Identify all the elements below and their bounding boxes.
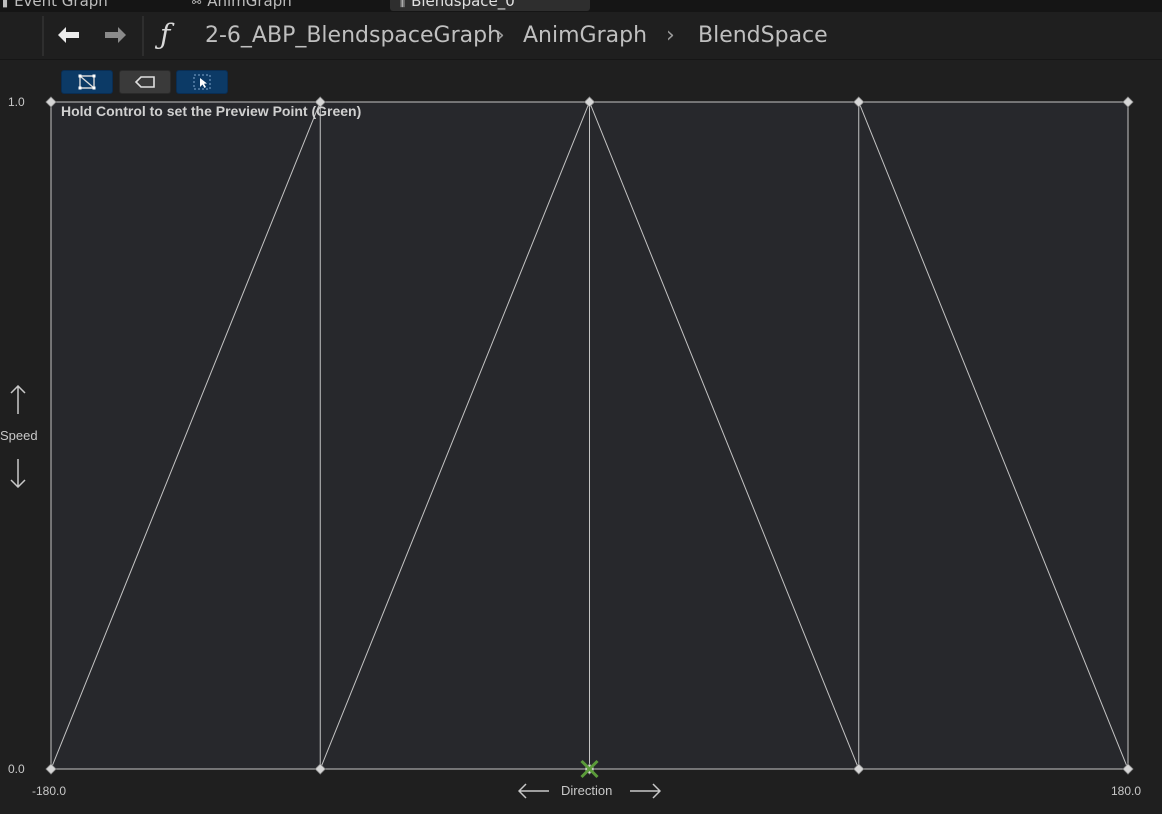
arrow-right-icon — [630, 783, 661, 799]
select-cursor-icon — [193, 74, 211, 90]
tab-label: AnimGraph — [207, 0, 292, 10]
breadcrumb-bar: ƒ 2-6_ABP_BlendspaceGraph › AnimGraph › … — [0, 12, 1162, 60]
x-axis-name: Direction — [561, 783, 613, 798]
function-icon: ƒ — [160, 18, 171, 51]
blendspace-canvas[interactable]: Hold Control to set the Preview Point (G… — [0, 60, 1162, 814]
toolbar-divider — [142, 16, 144, 56]
triangulation-icon — [78, 74, 96, 90]
label-tag-icon — [134, 76, 155, 88]
breadcrumb-blendspace[interactable]: BlendSpace — [698, 22, 828, 50]
document-tab-strip: ▮ Event Graph ⚯ AnimGraph ⫼ Blendspace_0 — [0, 0, 1162, 12]
y-axis-name: Speed — [0, 428, 38, 443]
arrow-up-icon — [10, 385, 26, 414]
tab-anim-graph[interactable]: ⚯ AnimGraph — [192, 0, 292, 11]
show-triangulation-button[interactable] — [61, 70, 113, 94]
back-button[interactable] — [50, 21, 86, 49]
toolbar-divider — [42, 16, 44, 56]
arrow-left-icon — [58, 27, 79, 43]
graph-icon: ▮ — [2, 0, 9, 9]
breadcrumb-animgraph[interactable]: AnimGraph — [523, 22, 647, 50]
show-labels-button[interactable] — [119, 70, 171, 94]
smooth-select-button[interactable] — [176, 70, 228, 94]
arrow-down-icon — [10, 459, 26, 488]
arrow-left-icon — [518, 783, 549, 799]
preview-hint: Hold Control to set the Preview Point (G… — [61, 103, 362, 119]
forward-button[interactable] — [98, 21, 134, 49]
blendspace-grid[interactable] — [0, 60, 1162, 814]
y-axis-max-label: 1.0 — [8, 95, 25, 109]
tab-label: Event Graph — [14, 0, 108, 10]
tab-blendspace[interactable]: ⫼ Blendspace_0 — [390, 0, 590, 11]
x-axis-max-label: 180.0 — [1111, 784, 1142, 798]
chevron-right-icon: › — [496, 23, 505, 48]
x-axis-min-label: -180.0 — [32, 784, 67, 798]
tab-label: Blendspace_0 — [411, 0, 515, 10]
anim-graph-icon: ⚯ — [192, 0, 202, 9]
chevron-right-icon: › — [666, 23, 675, 48]
y-axis-min-label: 0.0 — [8, 762, 25, 776]
arrow-right-icon — [105, 27, 126, 43]
blendspace-icon: ⫼ — [400, 0, 406, 9]
breadcrumb-blueprint[interactable]: 2-6_ABP_BlendspaceGraph — [205, 22, 501, 50]
tab-event-graph[interactable]: ▮ Event Graph — [2, 0, 108, 11]
